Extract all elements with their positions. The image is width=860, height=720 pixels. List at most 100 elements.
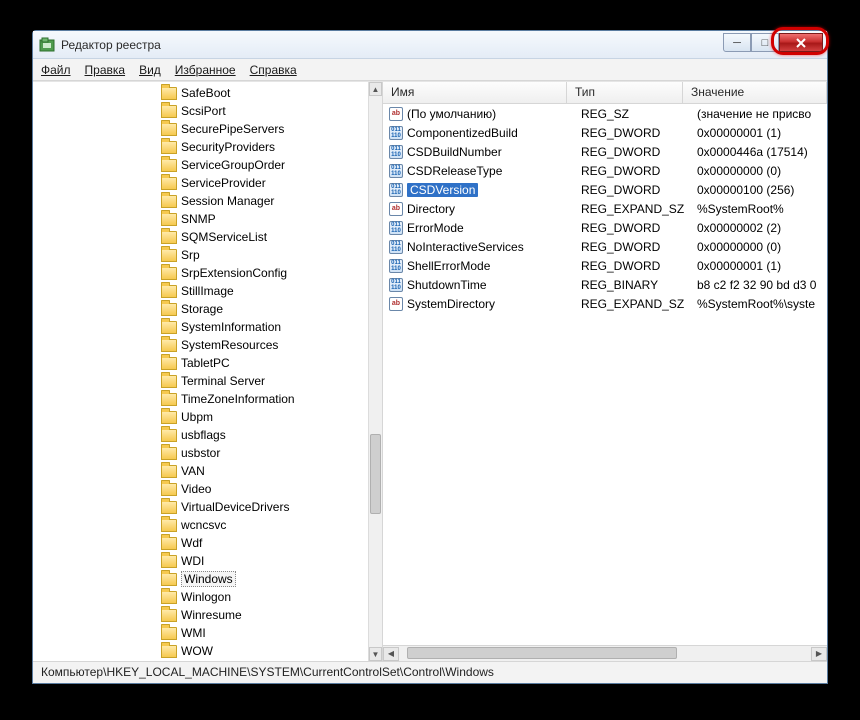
value-type: REG_SZ bbox=[573, 107, 689, 121]
list-row[interactable]: ab(По умолчанию)REG_SZ(значение не присв… bbox=[383, 104, 827, 123]
tree-view[interactable]: SafeBoot ScsiPort SecurePipeServersSecurit… bbox=[33, 82, 368, 661]
folder-icon bbox=[161, 537, 177, 550]
folder-icon bbox=[161, 195, 177, 208]
tree-item[interactable]: Wdf bbox=[33, 534, 368, 552]
folder-icon bbox=[161, 555, 177, 568]
hscroll-track[interactable] bbox=[399, 647, 811, 661]
col-header-value[interactable]: Значение bbox=[683, 82, 827, 103]
col-header-name[interactable]: Имя bbox=[383, 82, 567, 103]
tree-item-label: WMI bbox=[181, 626, 206, 640]
tree-item[interactable]: ScsiPort bbox=[33, 102, 368, 120]
tree-item[interactable]: Storage bbox=[33, 300, 368, 318]
folder-icon bbox=[161, 519, 177, 532]
folder-icon bbox=[161, 501, 177, 514]
tree-item-label: Video bbox=[181, 482, 211, 496]
list-row[interactable]: 011110ShellErrorModeREG_DWORD0x00000001 … bbox=[383, 256, 827, 275]
tree-item[interactable]: Ubpm bbox=[33, 408, 368, 426]
value-type: REG_EXPAND_SZ bbox=[573, 297, 689, 311]
tree-item-label: ScsiPort bbox=[181, 104, 226, 118]
value-type: REG_DWORD bbox=[573, 259, 689, 273]
list-h-scrollbar[interactable]: ◀ ▶ bbox=[383, 645, 827, 661]
tree-item[interactable]: SafeBoot bbox=[33, 84, 368, 102]
scroll-up-button[interactable]: ▲ bbox=[369, 82, 382, 96]
tree-item[interactable]: WMI bbox=[33, 624, 368, 642]
menu-edit[interactable]: Правка bbox=[85, 63, 126, 77]
tree-item[interactable]: StillImage bbox=[33, 282, 368, 300]
menu-help[interactable]: Справка bbox=[250, 63, 297, 77]
list-row[interactable]: abDirectoryREG_EXPAND_SZ%SystemRoot% bbox=[383, 199, 827, 218]
statusbar: Компьютер\HKEY_LOCAL_MACHINE\SYSTEM\Curr… bbox=[33, 661, 827, 683]
tree-item-label: Ubpm bbox=[181, 410, 213, 424]
scroll-thumb[interactable] bbox=[370, 434, 381, 514]
folder-icon bbox=[161, 87, 177, 100]
list-row[interactable]: 011110CSDReleaseTypeREG_DWORD0x00000000 … bbox=[383, 161, 827, 180]
tree-item[interactable]: SystemInformation bbox=[33, 318, 368, 336]
close-button[interactable] bbox=[779, 33, 823, 52]
list-row[interactable]: 011110CSDBuildNumberREG_DWORD0x0000446a … bbox=[383, 142, 827, 161]
value-type: REG_BINARY bbox=[573, 278, 689, 292]
tree-item[interactable]: Video bbox=[33, 480, 368, 498]
value-data: 0x00000100 (256) bbox=[689, 183, 827, 197]
list-row[interactable]: 011110ErrorModeREG_DWORD0x00000002 (2) bbox=[383, 218, 827, 237]
list-view[interactable]: ab(По умолчанию)REG_SZ(значение не присв… bbox=[383, 104, 827, 645]
tree-item[interactable]: ServiceGroupOrder bbox=[33, 156, 368, 174]
tree-item[interactable]: Srp bbox=[33, 246, 368, 264]
tree-item[interactable]: ServiceProvider bbox=[33, 174, 368, 192]
tree-item[interactable]: Session Manager bbox=[33, 192, 368, 210]
tree-item[interactable]: wcncsvc bbox=[33, 516, 368, 534]
tree-item[interactable]: Terminal Server bbox=[33, 372, 368, 390]
maximize-button[interactable]: □ bbox=[751, 33, 779, 52]
tree-item[interactable]: Windows bbox=[33, 570, 368, 588]
minimize-button[interactable]: ─ bbox=[723, 33, 751, 52]
value-data: (значение не присво bbox=[689, 107, 827, 121]
tree-item[interactable]: SystemResources bbox=[33, 336, 368, 354]
menu-favorites[interactable]: Избранное bbox=[175, 63, 236, 77]
tree-item[interactable]: SecurityProviders bbox=[33, 138, 368, 156]
scroll-down-button[interactable]: ▼ bbox=[369, 647, 382, 661]
folder-icon bbox=[161, 609, 177, 622]
value-data: 0x0000446a (17514) bbox=[689, 145, 827, 159]
tree-item[interactable]: TabletPC bbox=[33, 354, 368, 372]
tree-item[interactable]: WDI bbox=[33, 552, 368, 570]
binary-value-icon: 011110 bbox=[389, 164, 403, 178]
string-value-icon: ab bbox=[389, 202, 403, 216]
tree-item[interactable]: usbflags bbox=[33, 426, 368, 444]
hscroll-thumb[interactable] bbox=[407, 647, 677, 659]
tree-item-label: ServiceGroupOrder bbox=[181, 158, 285, 172]
titlebar[interactable]: Редактор реестра ─ □ bbox=[33, 31, 827, 59]
tree-item[interactable]: TimeZoneInformation bbox=[33, 390, 368, 408]
folder-icon bbox=[161, 393, 177, 406]
tree-item[interactable]: WOW bbox=[33, 642, 368, 660]
menu-view[interactable]: Вид bbox=[139, 63, 161, 77]
tree-item[interactable]: SNMP bbox=[33, 210, 368, 228]
regedit-icon bbox=[39, 37, 55, 53]
value-data: b8 c2 f2 32 90 bd d3 0 bbox=[689, 278, 827, 292]
tree-item[interactable]: VAN bbox=[33, 462, 368, 480]
col-header-type[interactable]: Тип bbox=[567, 82, 683, 103]
list-row[interactable]: 011110ShutdownTimeREG_BINARYb8 c2 f2 32 … bbox=[383, 275, 827, 294]
list-row[interactable]: 011110NoInteractiveServicesREG_DWORD0x00… bbox=[383, 237, 827, 256]
value-name: CSDBuildNumber bbox=[407, 145, 502, 159]
binary-value-icon: 011110 bbox=[389, 240, 403, 254]
tree-item[interactable]: VirtualDeviceDrivers bbox=[33, 498, 368, 516]
tree-item[interactable]: Winlogon bbox=[33, 588, 368, 606]
tree-item[interactable]: usbstor bbox=[33, 444, 368, 462]
hscroll-left-button[interactable]: ◀ bbox=[383, 647, 399, 661]
list-row[interactable]: abSystemDirectoryREG_EXPAND_SZ%SystemRoo… bbox=[383, 294, 827, 313]
tree-scrollbar[interactable]: ▲ ▼ bbox=[368, 82, 382, 661]
tree-item[interactable]: SQMServiceList bbox=[33, 228, 368, 246]
tree-item[interactable]: SrpExtensionConfig bbox=[33, 264, 368, 282]
menu-file[interactable]: Файл bbox=[41, 63, 71, 77]
tree-item[interactable]: SecurePipeServers bbox=[33, 120, 368, 138]
value-name: SystemDirectory bbox=[407, 297, 495, 311]
tree-item-label: ServiceProvider bbox=[181, 176, 266, 190]
hscroll-right-button[interactable]: ▶ bbox=[811, 647, 827, 661]
list-row[interactable]: 011110ComponentizedBuildREG_DWORD0x00000… bbox=[383, 123, 827, 142]
tree-item-label: StillImage bbox=[181, 284, 234, 298]
list-row[interactable]: 011110CSDVersionREG_DWORD0x00000100 (256… bbox=[383, 180, 827, 199]
tree-item-label: Session Manager bbox=[181, 194, 274, 208]
folder-icon bbox=[161, 447, 177, 460]
tree-item[interactable]: Winresume bbox=[33, 606, 368, 624]
folder-icon bbox=[161, 573, 177, 586]
folder-icon bbox=[161, 411, 177, 424]
